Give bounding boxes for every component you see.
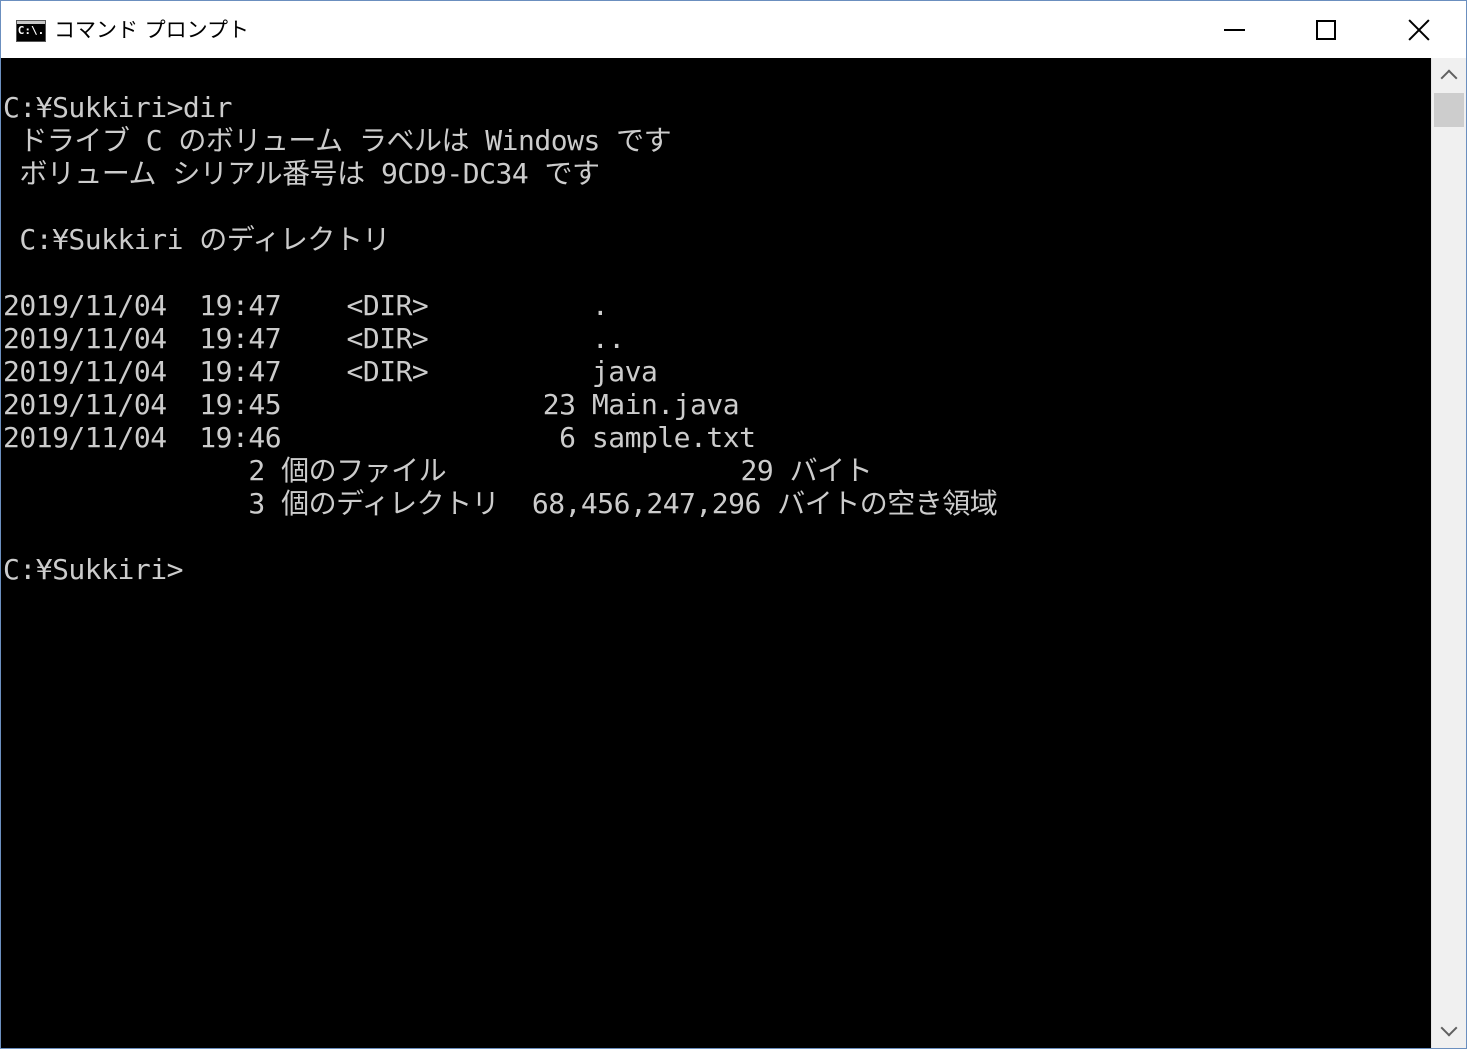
close-button[interactable] [1373, 1, 1465, 58]
chevron-down-icon [1440, 1019, 1458, 1037]
command-prompt-app-icon[interactable]: C:\. [16, 20, 46, 42]
console-line: 2019/11/04 19:45 23 Main.java [3, 388, 740, 421]
console-output-area[interactable]: C:¥Sukkiri>dir ドライブ C のボリューム ラベルは Window… [1, 58, 1431, 1048]
vertical-scrollbar[interactable] [1431, 58, 1466, 1048]
scroll-down-button[interactable] [1432, 1014, 1466, 1048]
console-line: 2 個のファイル 29 バイト [3, 454, 873, 487]
scroll-up-button[interactable] [1432, 58, 1466, 92]
console-line: 2019/11/04 19:46 6 sample.txt [3, 421, 756, 454]
console-line: 3 個のディレクトリ 68,456,247,296 バイトの空き領域 [3, 487, 998, 520]
command-prompt-window: C:\. コマンド プロンプト C:¥Sukkiri>dir ドライブ C のボ… [0, 0, 1467, 1049]
console-line: 2019/11/04 19:47 <DIR> . [3, 289, 609, 322]
console-text: C:¥Sukkiri>dir ドライブ C のボリューム ラベルは Window… [3, 91, 998, 586]
maximize-icon [1316, 20, 1336, 40]
minimize-icon [1224, 29, 1245, 31]
console-line: 2019/11/04 19:47 <DIR> java [3, 355, 658, 388]
close-icon [1408, 19, 1430, 41]
console-line: ボリューム シリアル番号は 9CD9-DC34 です [3, 157, 600, 190]
scrollbar-thumb[interactable] [1434, 93, 1464, 127]
window-title: コマンド プロンプト [54, 18, 250, 42]
console-line: C:¥Sukkiri のディレクトリ [3, 223, 390, 256]
title-bar[interactable]: C:\. コマンド プロンプト [1, 1, 1466, 58]
maximize-button[interactable] [1281, 1, 1373, 58]
minimize-button[interactable] [1189, 1, 1281, 58]
console-prompt-line: C:¥Sukkiri> [3, 553, 183, 586]
console-line: 2019/11/04 19:47 <DIR> .. [3, 322, 625, 355]
console-line: C:¥Sukkiri>dir [3, 91, 233, 124]
chevron-up-icon [1440, 69, 1458, 87]
console-line: ドライブ C のボリューム ラベルは Windows です [3, 124, 672, 157]
